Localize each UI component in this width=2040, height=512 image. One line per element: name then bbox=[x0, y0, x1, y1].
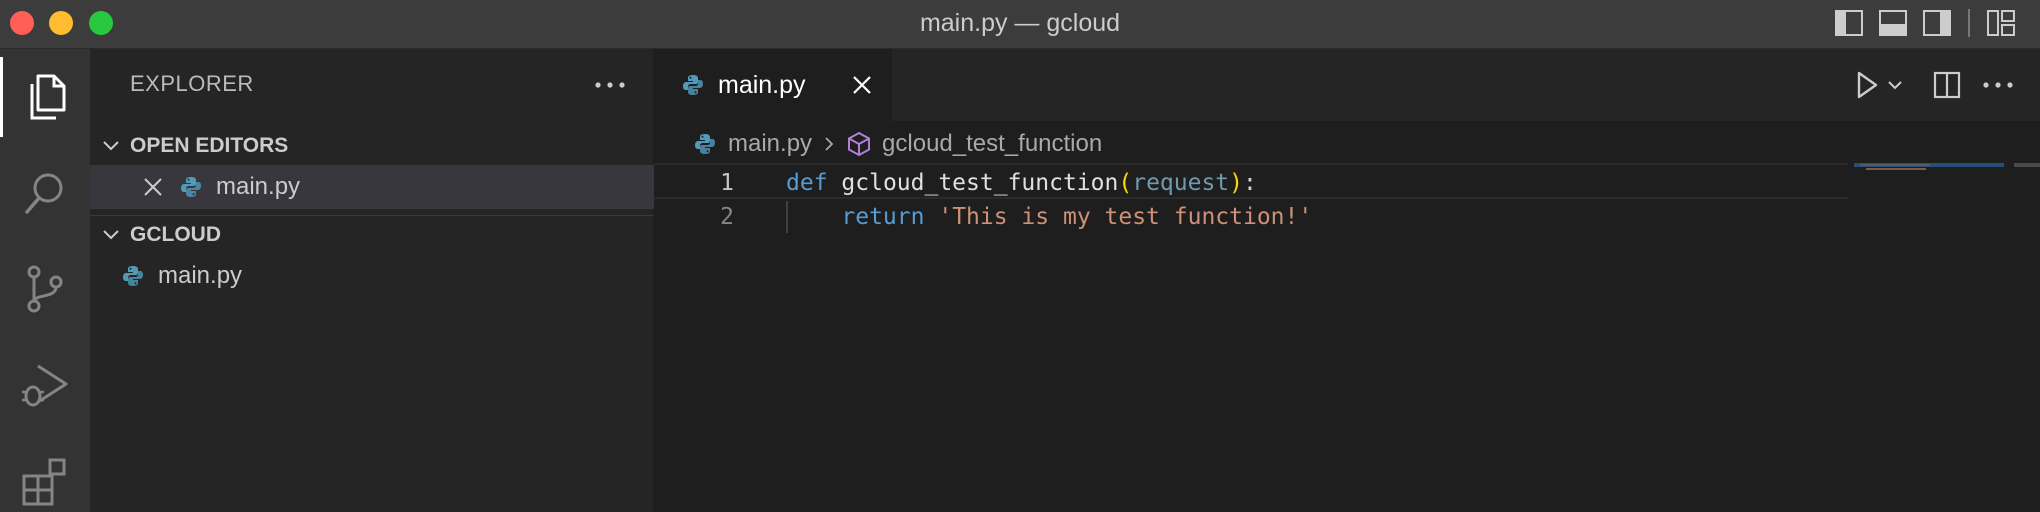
explorer-icon[interactable] bbox=[0, 57, 90, 137]
line-source: return 'This is my test function!' bbox=[786, 199, 1312, 235]
method-symbol-icon bbox=[848, 131, 871, 157]
vscode-window: main.py — gcloud EXPLORER OPEN EDITORS m… bbox=[0, 0, 2040, 512]
chevron-down-icon bbox=[103, 229, 119, 239]
customize-layout-icon[interactable] bbox=[1986, 9, 2016, 37]
section-gcloud-label: GCLOUD bbox=[130, 222, 221, 246]
colon: : bbox=[1243, 170, 1257, 196]
toggle-panel-icon[interactable] bbox=[1878, 9, 1908, 37]
chevron-right-icon bbox=[825, 137, 834, 151]
parameter: request bbox=[1132, 170, 1230, 196]
close-icon[interactable] bbox=[142, 176, 164, 198]
python-file-icon bbox=[123, 266, 143, 286]
tab-main-py[interactable]: main.py bbox=[654, 49, 892, 121]
keyword-return: return bbox=[841, 204, 925, 230]
close-tab-icon[interactable] bbox=[850, 73, 874, 97]
title-separator bbox=[1966, 9, 1972, 37]
scrollbar-thumb[interactable] bbox=[2014, 163, 2040, 167]
editor-more-actions-icon[interactable] bbox=[1980, 69, 2016, 101]
minimap[interactable] bbox=[1854, 163, 2004, 512]
file-tree-filename: main.py bbox=[158, 262, 243, 289]
keyword-def: def bbox=[786, 170, 828, 196]
line-number: 2 bbox=[720, 204, 734, 230]
line-source: def gcloud_test_function(request): bbox=[786, 165, 1257, 201]
toggle-primary-sidebar-icon[interactable] bbox=[1834, 9, 1864, 37]
code-line[interactable]: 2 return 'This is my test function!' bbox=[654, 199, 1848, 235]
function-name: gcloud_test_function bbox=[841, 170, 1119, 196]
code-line[interactable]: 1 def gcloud_test_function(request): bbox=[654, 163, 1848, 199]
title-bar: main.py — gcloud bbox=[0, 0, 2040, 49]
toggle-secondary-sidebar-icon[interactable] bbox=[1922, 9, 1952, 37]
more-actions-icon[interactable] bbox=[592, 67, 628, 103]
vertical-scrollbar[interactable] bbox=[2014, 163, 2040, 512]
python-file-icon bbox=[683, 75, 703, 95]
python-file-icon bbox=[181, 177, 201, 197]
breadcrumb: main.py gcloud_test_function bbox=[694, 125, 1102, 163]
explorer-sidebar: EXPLORER OPEN EDITORS main.py GCLOUD mai… bbox=[90, 49, 654, 512]
run-and-debug-icon[interactable] bbox=[0, 345, 90, 425]
line-number: 1 bbox=[720, 170, 734, 196]
window-title: main.py — gcloud bbox=[919, 9, 1121, 37]
breadcrumb-symbol[interactable]: gcloud_test_function bbox=[882, 130, 1102, 158]
section-open-editors[interactable]: OPEN EDITORS bbox=[90, 127, 654, 165]
sidebar-title: EXPLORER bbox=[130, 71, 254, 96]
run-dropdown-chevron-icon[interactable] bbox=[1886, 69, 1904, 101]
section-gcloud-folder[interactable]: GCLOUD bbox=[90, 215, 654, 253]
editor-area: main.py main.py gcloud_test_function 1 d… bbox=[654, 49, 2040, 512]
code-editor[interactable]: 1 def gcloud_test_function(request): 2 r… bbox=[654, 163, 1848, 235]
breadcrumb-file[interactable]: main.py bbox=[728, 130, 812, 158]
minimap-line bbox=[1860, 164, 1930, 166]
section-open-editors-label: OPEN EDITORS bbox=[130, 134, 289, 157]
python-file-icon bbox=[695, 134, 715, 154]
file-tree-item[interactable]: main.py bbox=[90, 254, 654, 298]
close-paren: ) bbox=[1229, 170, 1244, 196]
open-editor-filename: main.py bbox=[216, 173, 301, 200]
search-icon[interactable] bbox=[0, 153, 90, 233]
tab-bar: main.py bbox=[654, 49, 2040, 121]
minimap-line bbox=[1866, 168, 1926, 170]
extensions-icon[interactable] bbox=[0, 441, 90, 512]
split-editor-icon[interactable] bbox=[1932, 69, 1962, 101]
chevron-down-icon bbox=[103, 141, 119, 151]
open-paren: ( bbox=[1118, 170, 1133, 196]
open-editor-item[interactable]: main.py bbox=[90, 165, 654, 209]
run-python-file-icon[interactable] bbox=[1854, 69, 1880, 101]
activity-bar bbox=[0, 49, 90, 512]
string-literal: 'This is my test function!' bbox=[938, 204, 1313, 230]
tab-label: main.py bbox=[718, 70, 806, 99]
source-control-icon[interactable] bbox=[0, 249, 90, 329]
